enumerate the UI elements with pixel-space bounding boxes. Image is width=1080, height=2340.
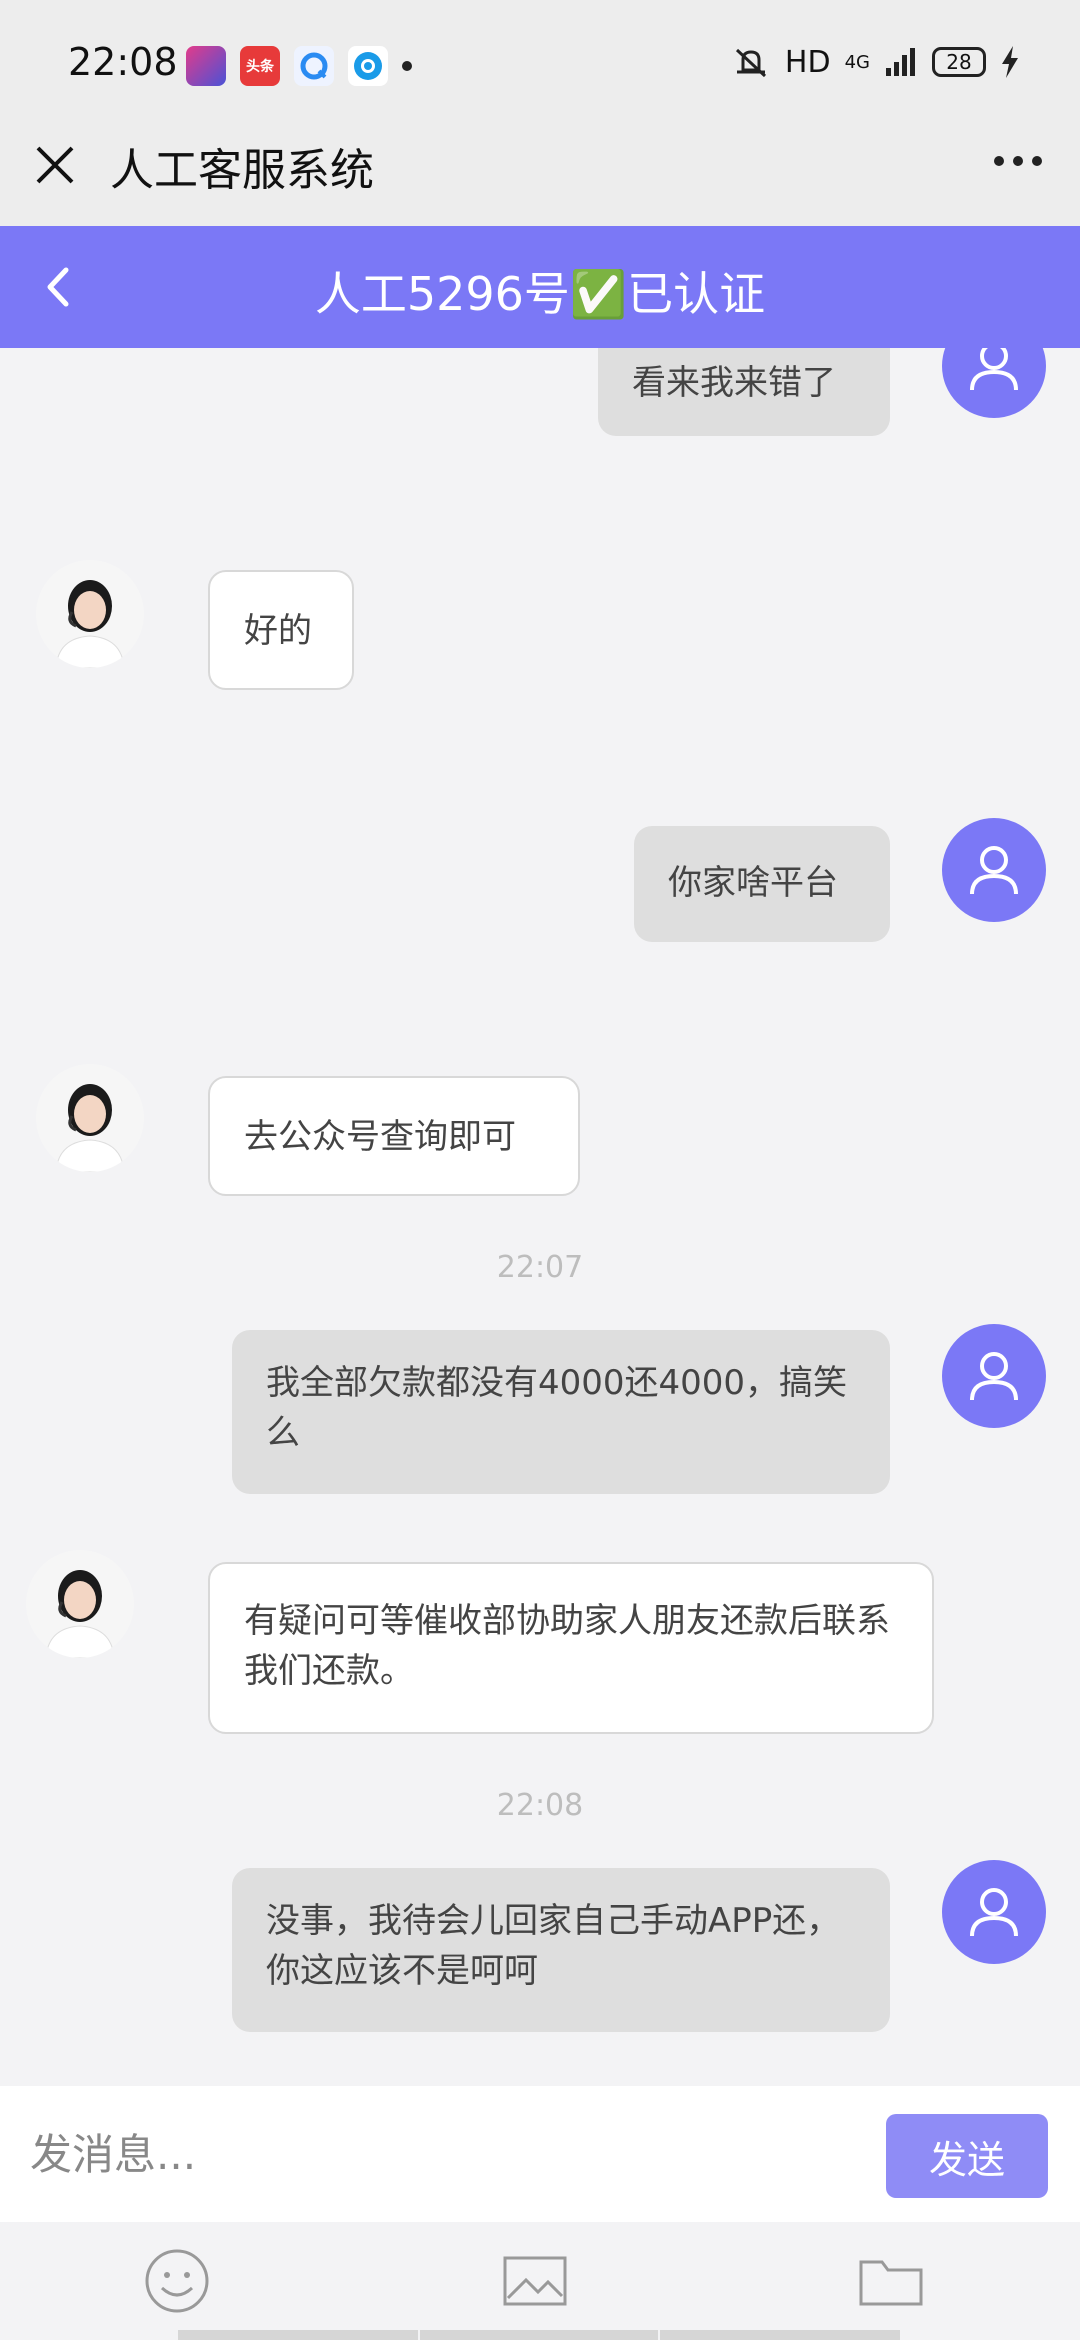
user-avatar: [942, 818, 1046, 922]
toolbar-divider: [660, 2330, 900, 2340]
status-indicators: HD 4G 28: [731, 44, 1020, 80]
send-button[interactable]: 发送: [886, 2114, 1048, 2198]
user-message-bubble: 你家啥平台: [634, 826, 890, 942]
message-timestamp: 22:07: [496, 1250, 584, 1285]
video-app-icon: [186, 46, 226, 86]
hd-indicator: HD: [784, 44, 831, 80]
agent-message-bubble: 去公众号查询即可: [208, 1076, 580, 1196]
status-app-icons: 头条: [186, 46, 412, 86]
agent-photo-icon: [45, 1570, 115, 1658]
notification-dot-icon: [402, 61, 412, 71]
message-input-bar: 发送: [0, 2086, 1080, 2222]
title-bar: 人工客服系统: [0, 130, 1080, 226]
chat-message-list[interactable]: 看来我来错了 好的 你家啥平台 去公众号查询即可 22:07 我全部欠款都没有4…: [0, 348, 1080, 2086]
status-bar: 22:08 头条 HD 4G 28: [0, 0, 1080, 130]
toolbar-divider: [420, 2330, 658, 2340]
browser-app-icon: [294, 46, 334, 86]
charging-bolt-icon: [1002, 46, 1018, 78]
chat-header-title: 人工5296号✅已认证: [314, 267, 766, 321]
agent-avatar: [36, 1064, 144, 1172]
blue-circle-app-icon: [348, 46, 388, 86]
status-time: 22:08: [68, 40, 178, 84]
user-silhouette-icon: [970, 348, 1018, 391]
battery-indicator: 28: [932, 47, 986, 77]
more-options-icon[interactable]: [994, 156, 1042, 166]
user-avatar: [942, 1860, 1046, 1964]
mute-bell-icon: [735, 48, 766, 78]
user-message-bubble: 我全部欠款都没有4000还4000，搞笑么: [232, 1330, 890, 1494]
agent-avatar: [26, 1550, 134, 1658]
user-message-bubble: 看来我来错了: [598, 348, 890, 436]
user-avatar: [942, 348, 1046, 418]
agent-message-bubble: 有疑问可等催收部协助家人朋友还款后联系我们还款。: [208, 1562, 934, 1734]
agent-photo-icon: [55, 1084, 125, 1172]
agent-message-bubble: 好的: [208, 570, 354, 690]
user-silhouette-icon: [970, 1888, 1018, 1937]
signal-icon: [886, 48, 915, 76]
page-title: 人工客服系统: [110, 145, 374, 196]
close-icon[interactable]: [30, 140, 80, 190]
message-input[interactable]: [30, 2110, 870, 2198]
smiley-icon[interactable]: [142, 2248, 212, 2314]
chat-header: 人工5296号✅已认证: [0, 226, 1080, 348]
image-icon[interactable]: [500, 2248, 570, 2314]
folder-icon[interactable]: [856, 2248, 926, 2314]
toolbar-divider: [178, 2330, 418, 2340]
agent-photo-icon: [55, 580, 125, 668]
user-silhouette-icon: [970, 1352, 1018, 1401]
agent-avatar: [36, 560, 144, 668]
toutiao-app-icon: 头条: [240, 46, 280, 86]
user-message-bubble: 没事，我待会儿回家自己手动APP还，你这应该不是呵呵: [232, 1868, 890, 2032]
message-timestamp: 22:08: [496, 1788, 584, 1823]
network-type: 4G: [844, 51, 870, 73]
attachment-toolbar: [0, 2222, 1080, 2340]
user-silhouette-icon: [970, 846, 1018, 895]
user-avatar: [942, 1324, 1046, 1428]
